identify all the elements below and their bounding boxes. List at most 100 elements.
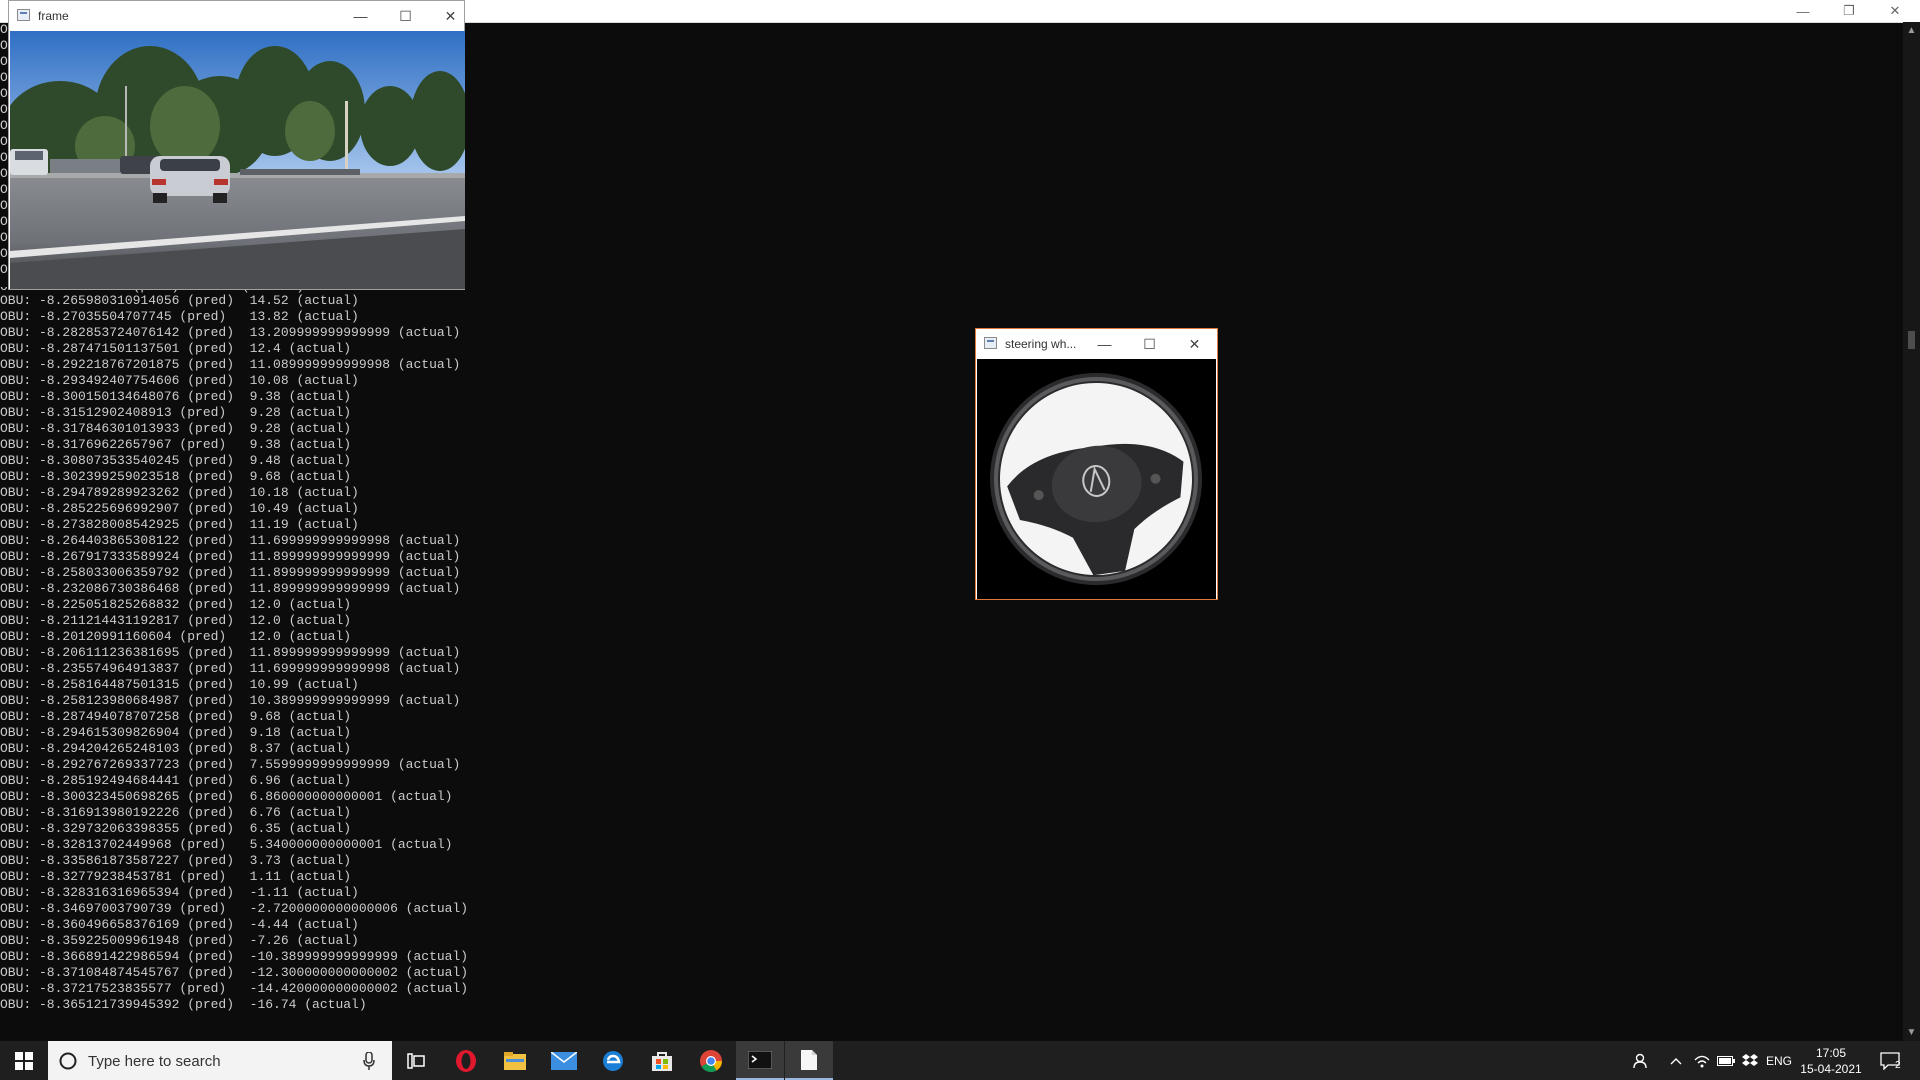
console-edge-char: O — [0, 102, 8, 117]
console-line: OBU: -8.360496658376169 (pred) -4.44 (ac… — [0, 917, 359, 932]
console-line: OBU: -8.316913980192226 (pred) 6.76 (act… — [0, 805, 352, 820]
terminal-icon — [748, 1050, 772, 1069]
scroll-down-arrow-icon[interactable]: ▼ — [1903, 1024, 1920, 1041]
edge-button[interactable] — [589, 1041, 637, 1080]
scroll-up-arrow-icon[interactable]: ▲ — [1903, 22, 1920, 39]
console-close-button[interactable]: ✕ — [1872, 0, 1918, 22]
network-icon — [1694, 1055, 1710, 1067]
notification-count: 2 — [1895, 1060, 1901, 1071]
people-icon — [1633, 1053, 1647, 1068]
console-line: OBU: -8.225051825268832 (pred) 12.0 (act… — [0, 597, 352, 612]
console-line: OBU: -8.34697003790739 (pred) -2.7200000… — [0, 901, 469, 916]
people-button[interactable] — [1624, 1041, 1658, 1080]
battery-button[interactable] — [1714, 1041, 1738, 1080]
windows-start-icon — [15, 1051, 33, 1070]
frame-window[interactable]: frame — ☐ ✕ — [8, 0, 465, 290]
console-line: OBU: -8.285192494684441 (pred) 6.96 (act… — [0, 773, 352, 788]
console-line: OBU: -8.32779238453781 (pred) 1.11 (actu… — [0, 869, 352, 884]
console-line: OBU: -8.359225009961948 (pred) -7.26 (ac… — [0, 933, 359, 948]
console-restore-button[interactable]: ❐ — [1826, 0, 1872, 22]
taskbar: Type here to search ENG 17:05 15-04-2021… — [0, 1041, 1920, 1080]
steering-maximize-button[interactable]: ☐ — [1127, 329, 1172, 359]
frame-titlebar[interactable]: frame — ☐ ✕ — [9, 1, 464, 31]
steering-minimize-button[interactable]: — — [1082, 329, 1127, 359]
notepad-icon — [801, 1049, 817, 1070]
frame-window-title: frame — [38, 9, 69, 23]
console-edge-char: O — [0, 262, 8, 277]
console-line: OBU: -8.265980310914056 (pred) 14.52 (ac… — [0, 293, 359, 308]
chevron-up-icon — [1670, 1057, 1682, 1064]
notepad-taskbar-button[interactable] — [785, 1041, 833, 1080]
console-edge-char: O — [0, 166, 8, 181]
console-edge-char: O — [0, 230, 8, 245]
opera-button[interactable] — [442, 1041, 490, 1080]
action-center-button[interactable]: 2 — [1870, 1041, 1910, 1080]
console-edge-char: O — [0, 182, 8, 197]
steering-titlebar[interactable]: steering wh... — ☐ ✕ — [976, 329, 1217, 359]
search-placeholder[interactable]: Type here to search — [88, 1053, 221, 1070]
steering-close-button[interactable]: ✕ — [1172, 329, 1217, 359]
dropbox-button[interactable] — [1738, 1041, 1762, 1080]
clock-time: 17:05 — [1815, 1045, 1847, 1060]
console-line: OBU: -8.329732063398355 (pred) 6.35 (act… — [0, 821, 352, 836]
console-line: OBU: -8.267917333589924 (pred) 11.899999… — [0, 549, 461, 564]
app-window-icon — [984, 337, 997, 349]
frame-close-button[interactable]: ✕ — [428, 1, 473, 31]
task-view-button[interactable] — [392, 1041, 440, 1080]
microphone-icon[interactable] — [363, 1052, 375, 1070]
console-line: OBU: -8.206111236381695 (pred) 11.899999… — [0, 645, 461, 660]
console-line: OBU: -8.365121739945392 (pred) -16.74 (a… — [0, 997, 367, 1012]
console-line: OBU: -8.27035504707745 (pred) 13.82 (act… — [0, 309, 359, 324]
console-output: OBU: -8.26859... (pred) 14.... (actual)O… — [0, 287, 1890, 1013]
console-line: OBU: -8.292767269337723 (pred) 7.5599999… — [0, 757, 461, 772]
dashcam-frame-image — [10, 31, 465, 289]
console-line: OBU: -8.287471501137501 (pred) 12.4 (act… — [0, 341, 352, 356]
mail-icon — [551, 1051, 577, 1070]
file-explorer-button[interactable] — [491, 1041, 539, 1080]
console-minimize-button[interactable]: — — [1780, 0, 1826, 22]
scroll-thumb[interactable] — [1908, 331, 1915, 349]
language-indicator[interactable]: ENG — [1764, 1041, 1794, 1080]
console-line: OBU: -8.371084874545767 (pred) -12.30000… — [0, 965, 469, 980]
console-line: OBU: -8.258033006359792 (pred) 11.899999… — [0, 565, 461, 580]
mail-button[interactable] — [540, 1041, 588, 1080]
task-view-icon — [407, 1052, 425, 1069]
steering-wheel-image — [977, 359, 1216, 599]
console-line: OBU: -8.294789289923262 (pred) 10.18 (ac… — [0, 485, 359, 500]
console-line: OBU: -8.302399259023518 (pred) 9.68 (act… — [0, 469, 352, 484]
console-line: OBU: -8.287494078707258 (pred) 9.68 (act… — [0, 709, 352, 724]
console-line: OBU: -8.264403865308122 (pred) 11.699999… — [0, 533, 461, 548]
console-line: OBU: -8.294615309826904 (pred) 9.18 (act… — [0, 725, 352, 740]
console-line: OBU: -8.317846301013933 (pred) 9.28 (act… — [0, 421, 352, 436]
console-edge-char: O — [0, 118, 8, 133]
steering-wheel-window[interactable]: steering wh... — ☐ ✕ — [975, 328, 1218, 600]
edge-icon — [603, 1050, 623, 1071]
opera-icon — [456, 1049, 476, 1072]
console-line: OBU: -8.258123980684987 (pred) 10.389999… — [0, 693, 461, 708]
console-line: OBU: -8.258164487501315 (pred) 10.99 (ac… — [0, 677, 359, 692]
store-icon — [652, 1051, 672, 1071]
chrome-button[interactable] — [687, 1041, 735, 1080]
show-hidden-icons-button[interactable] — [1662, 1041, 1690, 1080]
clock[interactable]: 17:05 15-04-2021 — [1798, 1041, 1864, 1080]
console-line: OBU: -8.211214431192817 (pred) 12.0 (act… — [0, 613, 352, 628]
console-line: OBU: -8.300323450698265 (pred) 6.8600000… — [0, 789, 453, 804]
store-button[interactable] — [638, 1041, 686, 1080]
clock-date: 15-04-2021 — [1800, 1061, 1862, 1076]
console-line: OBU: -8.282853724076142 (pred) 13.209999… — [0, 325, 461, 340]
battery-icon — [1717, 1055, 1735, 1066]
search-box[interactable]: Type here to search — [48, 1041, 392, 1080]
console-scrollbar[interactable]: ▲ ▼ — [1903, 22, 1920, 1041]
console-line: OBU: -8.366891422986594 (pred) -10.38999… — [0, 949, 469, 964]
network-button[interactable] — [1690, 1041, 1714, 1080]
console-line: OBU: -8.235574964913837 (pred) 11.699999… — [0, 661, 461, 676]
frame-minimize-button[interactable]: — — [338, 1, 383, 31]
console-edge-char: O — [0, 86, 8, 101]
console-line: OBU: -8.285225696992907 (pred) 10.49 (ac… — [0, 501, 359, 516]
terminal-taskbar-button[interactable] — [736, 1041, 784, 1080]
console-edge-char: O — [0, 54, 8, 69]
chrome-icon — [700, 1049, 722, 1072]
start-button[interactable] — [0, 1041, 48, 1080]
frame-maximize-button[interactable]: ☐ — [383, 1, 428, 31]
console-line: OBU: -8.32813702449968 (pred) 5.34000000… — [0, 837, 453, 852]
